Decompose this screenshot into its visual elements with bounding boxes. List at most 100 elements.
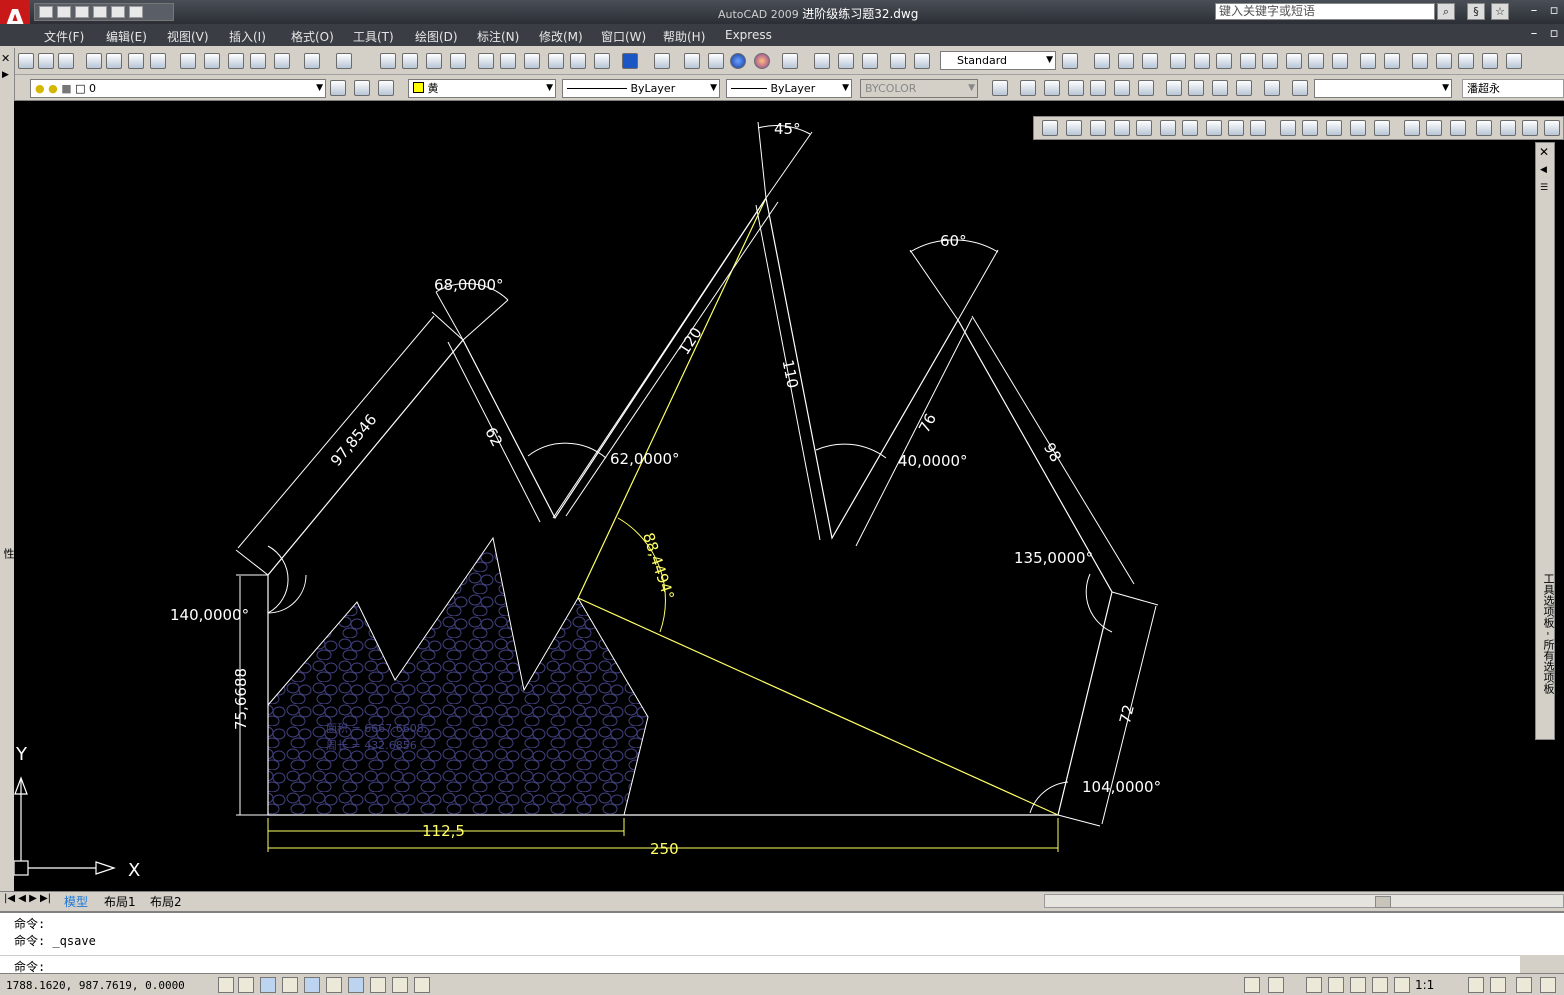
- spline-icon[interactable]: [914, 53, 930, 69]
- menu-edit[interactable]: 编辑(E): [106, 28, 147, 45]
- subtract-solid-icon[interactable]: [1426, 120, 1442, 136]
- pan-status-icon[interactable]: [1328, 977, 1344, 993]
- dim-40-angle[interactable]: 40,0000°: [898, 452, 968, 470]
- annotation-scale-value[interactable]: 1:1: [1415, 978, 1434, 992]
- close-icon[interactable]: ✕: [1539, 145, 1549, 159]
- ne-iso-icon[interactable]: [1212, 80, 1228, 96]
- cone-icon[interactable]: [1114, 120, 1130, 136]
- dyn-icon[interactable]: [370, 977, 386, 993]
- linetype-select[interactable]: ByLayer ▼: [562, 79, 720, 98]
- helix-icon[interactable]: [1228, 120, 1244, 136]
- dim-104-angle[interactable]: 104,0000°: [1082, 778, 1161, 796]
- dim-68[interactable]: 68,0000°: [434, 276, 504, 294]
- extrude-faces-icon[interactable]: [1170, 53, 1186, 69]
- subtract-icon[interactable]: [1118, 53, 1134, 69]
- menu-insert[interactable]: 插入(I): [229, 28, 266, 45]
- polysolid-icon[interactable]: [1042, 120, 1058, 136]
- dim-62-angle[interactable]: 62,0000°: [610, 450, 680, 468]
- check-icon[interactable]: [1436, 53, 1452, 69]
- restore-button[interactable]: ▫: [1545, 3, 1563, 19]
- copy-faces-icon[interactable]: [1308, 53, 1324, 69]
- search-icon[interactable]: ⌕: [1437, 3, 1455, 20]
- command-input[interactable]: 命令:: [0, 955, 1520, 974]
- dim-60[interactable]: 60°: [940, 232, 967, 250]
- front-view-icon[interactable]: [1114, 80, 1130, 96]
- osnap-icon[interactable]: [304, 977, 320, 993]
- pan-icon[interactable]: [380, 53, 396, 69]
- tab-layout1[interactable]: 布局1: [104, 893, 136, 910]
- layer-states-icon[interactable]: [378, 80, 394, 96]
- offset-faces-icon[interactable]: [1216, 53, 1232, 69]
- auto-scale-icon[interactable]: [1490, 977, 1506, 993]
- quick-view-layouts-icon[interactable]: [1268, 977, 1284, 993]
- open-icon[interactable]: [38, 53, 54, 69]
- design-center-icon[interactable]: [500, 53, 516, 69]
- quickcalc-icon[interactable]: [594, 53, 610, 69]
- undo-icon[interactable]: [304, 53, 320, 69]
- separate-icon[interactable]: [1384, 53, 1400, 69]
- cursor-coordinates[interactable]: 1788.1620, 987.7619, 0.0000: [6, 979, 185, 992]
- clean-icon[interactable]: [1458, 53, 1474, 69]
- lights-icon[interactable]: [782, 53, 798, 69]
- autohide-icon[interactable]: ◀: [1540, 165, 1547, 175]
- torus-icon[interactable]: [1182, 120, 1198, 136]
- shell-icon[interactable]: [1412, 53, 1428, 69]
- 2d-wireframe-icon[interactable]: [992, 80, 1008, 96]
- drawing-canvas[interactable]: 45° 60° 68,0000° 120 110 97,8546 62 62,0…: [13, 101, 1564, 891]
- menu-tools[interactable]: 工具(T): [353, 28, 394, 45]
- close-icon[interactable]: ✕: [1, 52, 10, 65]
- zoom-previous-icon[interactable]: [450, 53, 466, 69]
- tab-layout2[interactable]: 布局2: [150, 893, 182, 910]
- layer-previous-icon[interactable]: [354, 80, 370, 96]
- annotation-visibility-icon[interactable]: [1468, 977, 1484, 993]
- imprint-icon[interactable]: [1360, 53, 1376, 69]
- block-editor-icon[interactable]: [274, 53, 290, 69]
- intersect-solid-icon[interactable]: [1450, 120, 1466, 136]
- menu-help[interactable]: 帮助(H): [663, 28, 705, 45]
- zoom-realtime-icon[interactable]: [402, 53, 418, 69]
- copy-icon[interactable]: [204, 53, 220, 69]
- presspull-icon[interactable]: [1302, 120, 1318, 136]
- snap-icon[interactable]: [218, 977, 234, 993]
- 3d-move-icon[interactable]: [1476, 120, 1492, 136]
- lightbulb-icon[interactable]: ●: [35, 82, 45, 95]
- right-view-icon[interactable]: [1090, 80, 1106, 96]
- slice-icon[interactable]: [1482, 53, 1498, 69]
- zoom-status-icon[interactable]: [1350, 977, 1366, 993]
- tab-model[interactable]: 模型: [64, 893, 88, 910]
- paste-icon[interactable]: [228, 53, 244, 69]
- dim-arc-icon[interactable]: [814, 53, 830, 69]
- toolbar-lock-icon[interactable]: [1540, 977, 1556, 993]
- markup-icon[interactable]: [570, 53, 586, 69]
- favorites-icon[interactable]: ☆: [1491, 3, 1509, 20]
- zoom-extents-icon[interactable]: [1292, 80, 1308, 96]
- cut-icon[interactable]: [180, 53, 196, 69]
- annotation-scale-icon[interactable]: [1394, 977, 1410, 993]
- render-region-icon[interactable]: [708, 53, 724, 69]
- selected-lines[interactable]: [577, 197, 1059, 816]
- color-select[interactable]: 黄 ▼: [408, 79, 556, 98]
- help-icon[interactable]: [622, 53, 638, 69]
- color-faces-icon[interactable]: [1332, 53, 1348, 69]
- print-icon[interactable]: [93, 6, 107, 18]
- menu-draw[interactable]: 绘图(D): [415, 28, 458, 45]
- camera-icon[interactable]: [1264, 80, 1280, 96]
- redo-icon[interactable]: [129, 6, 143, 18]
- otrack-icon[interactable]: [326, 977, 342, 993]
- render-icon[interactable]: [654, 53, 670, 69]
- rotate-faces-icon[interactable]: [1262, 53, 1278, 69]
- dim-97[interactable]: 97,8546: [327, 411, 381, 470]
- publish-icon[interactable]: [128, 53, 144, 69]
- intersect-icon[interactable]: [1142, 53, 1158, 69]
- new-icon[interactable]: [18, 53, 34, 69]
- union-icon[interactable]: [1094, 53, 1110, 69]
- make-current-layer-icon[interactable]: [330, 80, 346, 96]
- drawing-svg[interactable]: 45° 60° 68,0000° 120 110 97,8546 62 62,0…: [13, 101, 1564, 891]
- grid-icon[interactable]: [238, 977, 254, 993]
- dim-98[interactable]: 98: [1040, 440, 1065, 466]
- dim-88-angle[interactable]: 88,4494°: [639, 530, 678, 602]
- perimeter-text[interactable]: 周长 = 432.6856: [326, 739, 417, 752]
- dim-radius-icon[interactable]: [838, 53, 854, 69]
- 3d-dwf-icon[interactable]: [150, 53, 166, 69]
- loft-icon[interactable]: [1374, 120, 1390, 136]
